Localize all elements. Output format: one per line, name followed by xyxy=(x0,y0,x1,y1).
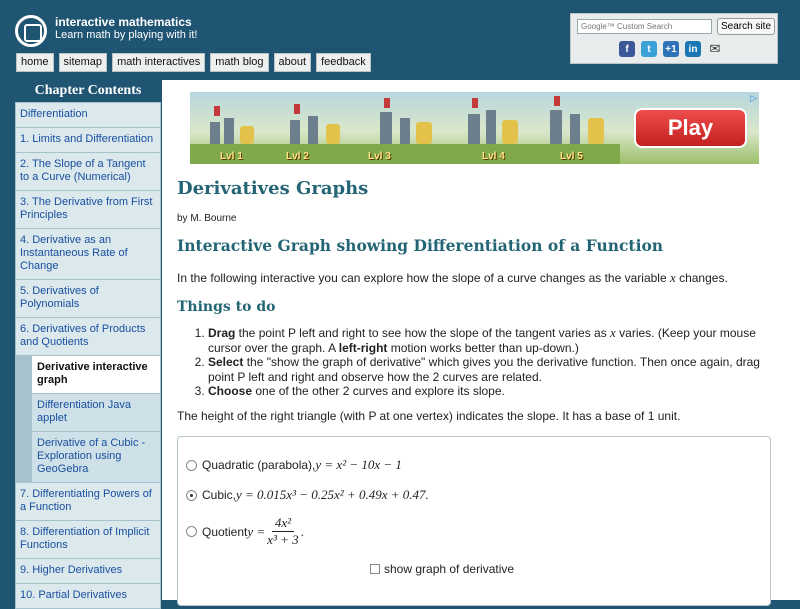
option-quotient-end: . xyxy=(300,524,304,539)
search-input[interactable] xyxy=(577,19,712,34)
nav-feedback[interactable]: feedback xyxy=(316,53,371,72)
ad-banner[interactable]: Lvl 1 Lvl 2 Lvl 3 Lvl 4 Lvl 5 Play ▷ xyxy=(190,92,759,164)
ad-level-5: Lvl 5 xyxy=(560,151,583,162)
chapter-list: Differentiation 1. Limits and Differenti… xyxy=(15,102,161,609)
facebook-icon[interactable]: f xyxy=(619,41,635,57)
intro-text: In the following interactive you can exp… xyxy=(177,270,787,286)
option-quotient-fraction: 4x² x³ + 3 xyxy=(267,515,298,548)
sidebar-item-products-quotients[interactable]: 6. Derivatives of Products and Quotients xyxy=(16,318,160,356)
nav-sitemap[interactable]: sitemap xyxy=(58,53,108,72)
nav-math-interactives[interactable]: math interactives xyxy=(112,53,206,72)
derivative-widget: Quadratic (parabola), y = x² − 10x − 1 C… xyxy=(177,436,771,606)
option-cubic-equation: y = 0.015x³ − 0.25x² + 0.49x + 0.47. xyxy=(236,487,429,502)
ad-level-2: Lvl 2 xyxy=(286,151,309,162)
sidebar-item-java-applet[interactable]: Differentiation Java applet xyxy=(32,394,160,432)
search-button[interactable]: Search site xyxy=(717,18,775,35)
sidebar-item-higher[interactable]: 9. Higher Derivatives xyxy=(16,559,160,584)
option-quotient-label: Quotient xyxy=(202,524,248,539)
step-1-text-a: the point P left and right to see how th… xyxy=(235,326,611,340)
top-nav: home sitemap math interactives math blog… xyxy=(16,53,371,72)
ad-level-4: Lvl 4 xyxy=(482,151,505,162)
steps-list: Drag the point P left and right to see h… xyxy=(177,325,789,399)
step-3-bold: Choose xyxy=(208,384,253,398)
step-3-text: one of the other 2 curves and explore it… xyxy=(252,384,505,398)
sidebar-item-rate-of-change[interactable]: 4. Derivative as an Instantaneous Rate o… xyxy=(16,229,160,280)
linkedin-icon[interactable]: in xyxy=(685,41,701,57)
ad-level-3: Lvl 3 xyxy=(368,151,391,162)
step-3: Choose one of the other 2 curves and exp… xyxy=(208,384,789,399)
ad-play-button[interactable]: Play xyxy=(634,108,747,148)
intro-before: In the following interactive you can exp… xyxy=(177,271,670,285)
step-2: Select the "show the graph of derivative… xyxy=(208,355,789,384)
radio-cubic[interactable] xyxy=(186,489,197,501)
triangle-note: The height of the right triangle (with P… xyxy=(177,409,681,423)
sidebar-item-differentiation[interactable]: Differentiation xyxy=(16,103,160,128)
fraction-denominator: x³ + 3 xyxy=(267,532,299,547)
nav-home[interactable]: home xyxy=(16,53,54,72)
sidebar-item-powers[interactable]: 7. Differentiating Powers of a Function xyxy=(16,483,160,521)
sidebar-heading: Chapter Contents xyxy=(15,80,161,102)
sidebar-item-partial[interactable]: 10. Partial Derivatives xyxy=(16,584,160,609)
site-name[interactable]: interactive mathematics xyxy=(55,15,192,29)
intro-after: changes. xyxy=(675,271,728,285)
ad-level-1: Lvl 1 xyxy=(220,151,243,162)
fraction-numerator: 4x² xyxy=(271,515,294,532)
show-derivative-label: show graph of derivative xyxy=(384,562,515,576)
step-2-text: the "show the graph of derivative" which… xyxy=(208,355,760,384)
section-subtitle: Interactive Graph showing Differentiatio… xyxy=(177,236,664,255)
radio-quotient[interactable] xyxy=(186,526,197,537)
option-cubic-label: Cubic, xyxy=(202,488,237,502)
option-quadratic-label: Quadratic (parabola), xyxy=(202,458,316,472)
ad-choices-icon[interactable]: ▷ xyxy=(750,93,757,104)
site-logo-icon[interactable] xyxy=(15,15,47,47)
sidebar-item-implicit[interactable]: 8. Differentiation of Implicit Functions xyxy=(16,521,160,559)
sidebar-item-first-principles[interactable]: 3. The Derivative from First Principles xyxy=(16,191,160,229)
option-quotient[interactable]: Quotient y = 4x² x³ + 3 . xyxy=(186,515,304,548)
step-1-bold: Drag xyxy=(208,326,236,340)
search-panel: Search site f t +1 in ✉ xyxy=(570,13,778,64)
ad-battle-scene xyxy=(190,96,620,164)
step-2-bold: Select xyxy=(208,355,244,369)
radio-quadratic[interactable] xyxy=(186,459,197,471)
social-links: f t +1 in ✉ xyxy=(619,41,723,57)
step-1: Drag the point P left and right to see h… xyxy=(208,325,789,355)
sidebar-item-derivative-graph[interactable]: Derivative interactive graph xyxy=(32,356,160,394)
things-to-do-heading: Things to do xyxy=(177,299,276,315)
email-icon[interactable]: ✉ xyxy=(707,41,723,57)
site-header: interactive mathematics Learn math by pl… xyxy=(0,0,800,80)
sidebar-item-limits[interactable]: 1. Limits and Differentiation xyxy=(16,128,160,153)
option-quotient-lhs: y = xyxy=(247,523,266,539)
main-content: Lvl 1 Lvl 2 Lvl 3 Lvl 4 Lvl 5 Play ▷ Der… xyxy=(162,80,800,606)
site-tagline: Learn math by playing with it! xyxy=(55,29,198,41)
show-derivative-checkbox[interactable] xyxy=(370,564,380,574)
sidebar-item-slope-tangent[interactable]: 2. The Slope of a Tangent to a Curve (Nu… xyxy=(16,153,160,191)
option-quadratic[interactable]: Quadratic (parabola), y = x² − 10x − 1 xyxy=(186,457,402,473)
step-1-text-c: motion works better than up-down.) xyxy=(387,340,579,355)
google-plus-icon[interactable]: +1 xyxy=(663,41,679,57)
step-1-bold-2: left-right xyxy=(338,340,388,355)
option-cubic[interactable]: Cubic, y = 0.015x³ − 0.25x² + 0.49x + 0.… xyxy=(186,487,429,503)
sidebar-item-cubic-geogebra[interactable]: Derivative of a Cubic - Exploration usin… xyxy=(32,432,160,483)
page-title: Derivatives Graphs xyxy=(177,178,369,199)
chapter-sidebar: Chapter Contents Differentiation 1. Limi… xyxy=(15,80,161,609)
twitter-icon[interactable]: t xyxy=(641,41,657,57)
sidebar-item-polynomials[interactable]: 5. Derivatives of Polynomials xyxy=(16,280,160,318)
show-derivative-toggle[interactable]: show graph of derivative xyxy=(370,562,514,576)
nav-math-blog[interactable]: math blog xyxy=(210,53,269,72)
nav-about[interactable]: about xyxy=(273,53,312,72)
author-byline: by M. Bourne xyxy=(177,213,237,224)
option-quadratic-equation: y = x² − 10x − 1 xyxy=(315,457,402,472)
